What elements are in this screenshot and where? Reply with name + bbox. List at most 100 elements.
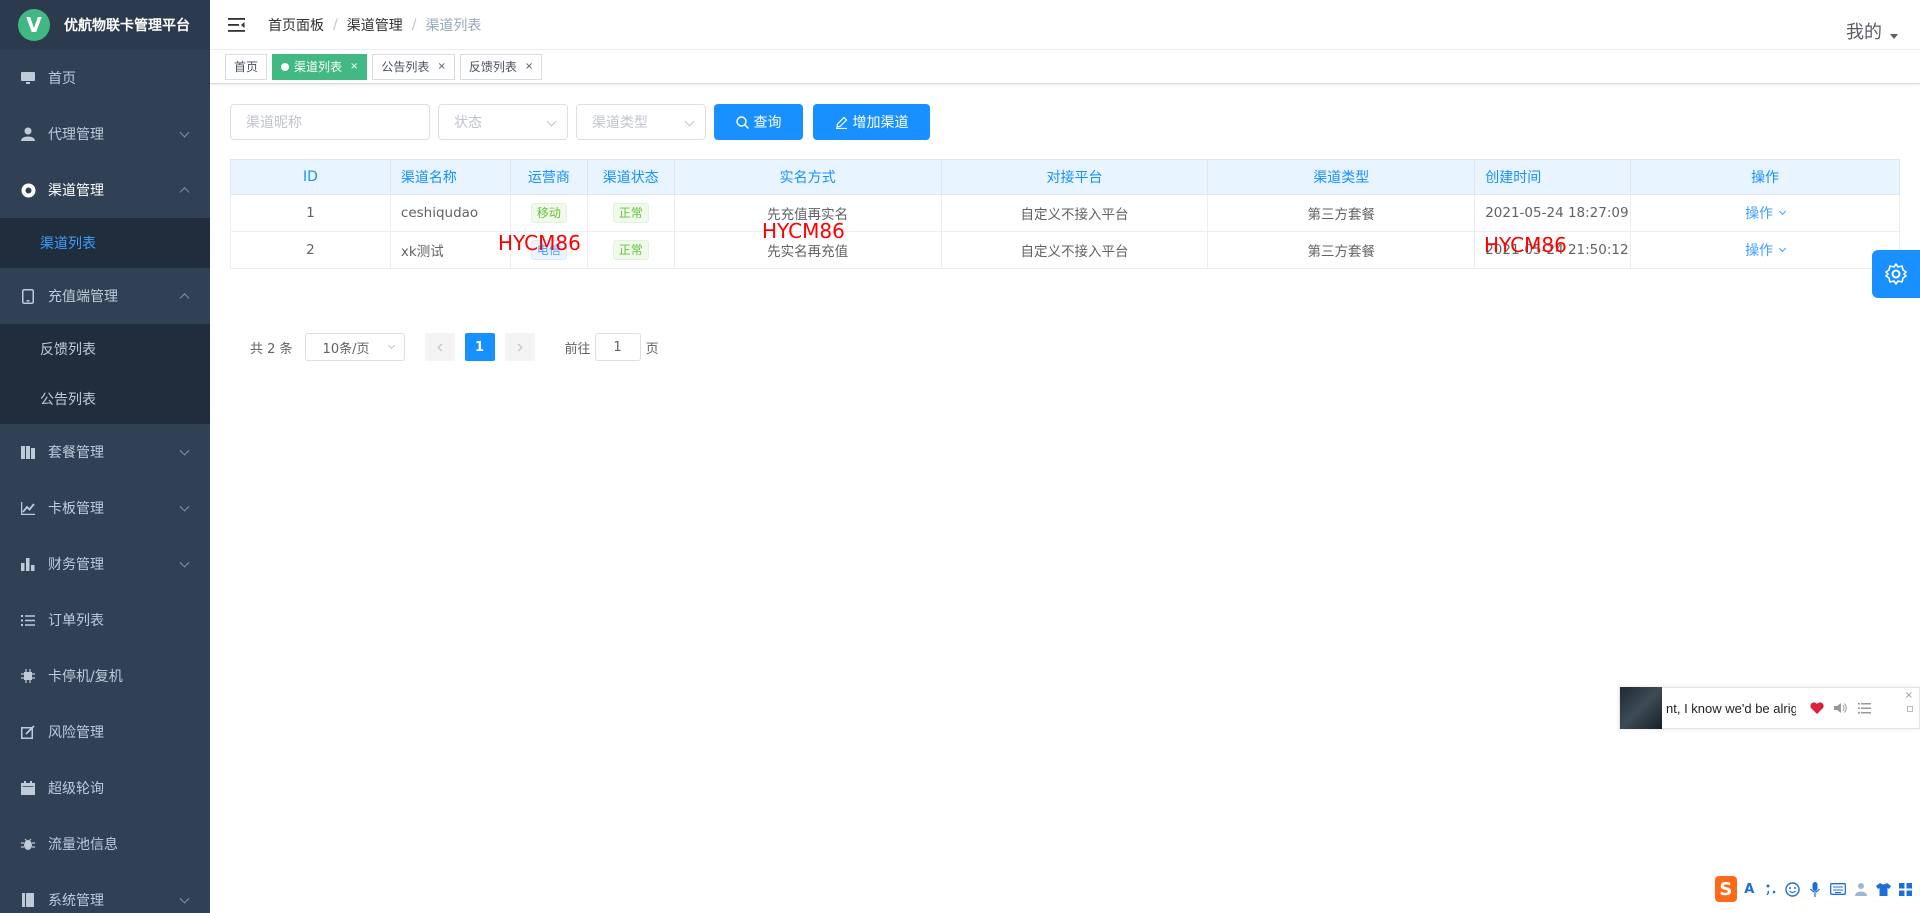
channel-name-input[interactable]: 渠道昵称 — [230, 104, 430, 140]
package-icon — [20, 444, 36, 460]
chevron-down-icon — [179, 557, 190, 568]
chevron-up-icon — [179, 187, 190, 198]
operation-dropdown[interactable]: 操作 — [1745, 203, 1787, 223]
chevron-right-icon — [517, 343, 523, 351]
sidebar-item-label: 财务管理 — [48, 557, 104, 573]
next-page-button[interactable] — [504, 333, 535, 361]
volume-icon[interactable] — [1834, 702, 1848, 714]
page-number-current[interactable]: 1 — [464, 333, 495, 361]
keyboard-icon[interactable] — [1829, 881, 1846, 897]
chevron-down-icon — [1779, 207, 1787, 216]
bar-chart-icon — [20, 556, 36, 572]
add-channel-button[interactable]: 增加渠道 — [813, 104, 930, 140]
status-select[interactable]: 状态 — [438, 104, 568, 140]
search-button[interactable]: 查询 — [714, 104, 803, 140]
album-cover[interactable] — [1620, 687, 1662, 729]
cell-platform: 自定义不接入平台 — [940, 194, 1209, 232]
user-menu-label: 我的 — [1846, 22, 1882, 43]
sidebar-item-home[interactable]: 首页 — [0, 50, 210, 106]
pagination-total: 共 2 条 — [250, 341, 293, 357]
user-assist-icon[interactable] — [1854, 881, 1868, 897]
cell-channel-name: xk测试 — [389, 231, 511, 269]
skin-shirt-icon[interactable] — [1875, 881, 1891, 897]
sidebar-item-label: 卡板管理 — [48, 501, 104, 517]
navbar: 首页面板 / 渠道管理 / 渠道列表 我的 — [210, 0, 1920, 50]
th-operation: 操作 — [1630, 159, 1900, 195]
channel-table: ID 渠道名称 运营商 渠道状态 实名方式 对接平台 渠道类型 创建时间 操作 … — [230, 159, 1900, 269]
close-icon[interactable]: × — [1905, 690, 1913, 701]
toolbox-grid-icon[interactable] — [1898, 881, 1912, 897]
tag-home[interactable]: 首页 — [225, 53, 268, 80]
breadcrumb: 首页面板 / 渠道管理 / 渠道列表 — [268, 15, 481, 35]
minimize-icon[interactable] — [1907, 706, 1913, 712]
settings-button[interactable] — [1872, 250, 1920, 298]
tag-label: 渠道列表 — [294, 59, 343, 74]
sidebar: V 优航物联卡管理平台 首页 代理管理 渠道管理 渠道列表 充值端管理 反馈列表… — [0, 0, 210, 913]
pagination: 共 2 条 10条/页 1 前往 1 页 — [250, 333, 659, 361]
cell-created-time: 2021-05-24 18:27:09 — [1474, 194, 1632, 232]
cell-id: 2 — [230, 231, 391, 269]
font-a-icon[interactable]: A — [1743, 881, 1756, 897]
user-icon — [20, 126, 36, 142]
close-icon[interactable]: × — [525, 55, 533, 79]
heart-icon[interactable] — [1810, 702, 1824, 714]
calendar-icon — [20, 780, 36, 796]
sidebar-item-flow-pool[interactable]: 流量池信息 — [0, 816, 210, 872]
goto-page-input[interactable]: 1 — [594, 333, 641, 361]
sidebar-item-label: 超级轮询 — [48, 781, 104, 797]
sidebar-item-card-stop[interactable]: 卡停机/复机 — [0, 648, 210, 704]
playlist-icon[interactable] — [1858, 702, 1871, 714]
cell-operator: 移动 — [509, 194, 588, 232]
watermark-text: HYCM86 — [498, 231, 581, 255]
th-id: ID — [230, 159, 391, 195]
cell-status: 正常 — [586, 231, 675, 269]
emoji-icon[interactable] — [1785, 881, 1801, 897]
tags-view: 首页 渠道列表 × 公告列表 × 反馈列表 × — [210, 50, 1920, 84]
sidebar-item-label: 流量池信息 — [48, 837, 118, 853]
close-icon[interactable]: × — [437, 55, 445, 79]
close-icon[interactable]: × — [350, 55, 358, 79]
sidebar-item-channel-list[interactable]: 渠道列表 — [0, 218, 210, 268]
sidebar-item-finance[interactable]: 财务管理 — [0, 536, 210, 592]
brand[interactable]: V 优航物联卡管理平台 — [0, 0, 210, 50]
microphone-icon[interactable] — [1808, 881, 1821, 897]
tag-notice-list[interactable]: 公告列表 × — [372, 53, 455, 80]
sidebar-item-orders[interactable]: 订单列表 — [0, 592, 210, 648]
sidebar-item-label: 卡停机/复机 — [48, 669, 123, 685]
hamburger-icon[interactable] — [226, 15, 246, 35]
chevron-left-icon — [436, 343, 442, 351]
sidebar-item-card-board[interactable]: 卡板管理 — [0, 480, 210, 536]
breadcrumb-item-dashboard[interactable]: 首页面板 — [268, 15, 324, 35]
sidebar-item-super-poll[interactable]: 超级轮询 — [0, 760, 210, 816]
prev-page-button[interactable] — [424, 333, 455, 361]
user-menu[interactable]: 我的 — [1846, 18, 1898, 44]
chevron-up-icon — [179, 293, 190, 304]
tag-label: 首页 — [234, 59, 259, 74]
goto-page-value: 1 — [613, 339, 622, 355]
tag-feedback-list[interactable]: 反馈列表 × — [459, 53, 543, 80]
tag-channel-list[interactable]: 渠道列表 × — [272, 53, 368, 80]
sidebar-item-channel[interactable]: 渠道管理 — [0, 162, 210, 218]
punctuation-icon[interactable] — [1764, 881, 1777, 897]
sidebar-item-recharge[interactable]: 充值端管理 — [0, 268, 210, 324]
cell-id: 1 — [230, 194, 391, 232]
sidebar-item-feedback-list[interactable]: 反馈列表 — [0, 324, 210, 374]
channel-type-select[interactable]: 渠道类型 — [576, 104, 706, 140]
ime-logo-icon[interactable]: S — [1715, 876, 1737, 902]
sidebar-item-risk[interactable]: 风险管理 — [0, 704, 210, 760]
breadcrumb-item-channel[interactable]: 渠道管理 — [347, 15, 403, 35]
operation-label: 操作 — [1745, 243, 1774, 259]
page-size-select[interactable]: 10条/页 — [304, 333, 405, 361]
app-title: 优航物联卡管理平台 — [64, 18, 190, 34]
operation-dropdown[interactable]: 操作 — [1745, 240, 1787, 260]
sidebar-item-notice-list[interactable]: 公告列表 — [0, 374, 210, 424]
sidebar-item-system[interactable]: 系统管理 — [0, 872, 210, 913]
table-row: 1 ceshiqudao 移动 正常 先充值再实名 自定义不接入平台 第三方套餐… — [230, 194, 1900, 232]
sidebar-item-agent[interactable]: 代理管理 — [0, 106, 210, 162]
table-row: 2 xk测试 电信 正常 先实名再充值 自定义不接入平台 第三方套餐 2021-… — [230, 231, 1900, 269]
search-button-label: 查询 — [753, 115, 782, 131]
sidebar-item-package[interactable]: 套餐管理 — [0, 424, 210, 480]
music-lyric: nt, I know we'd be alright — [1666, 700, 1796, 716]
sidebar-item-label: 公告列表 — [40, 392, 96, 408]
breadcrumb-separator: / — [411, 16, 417, 33]
